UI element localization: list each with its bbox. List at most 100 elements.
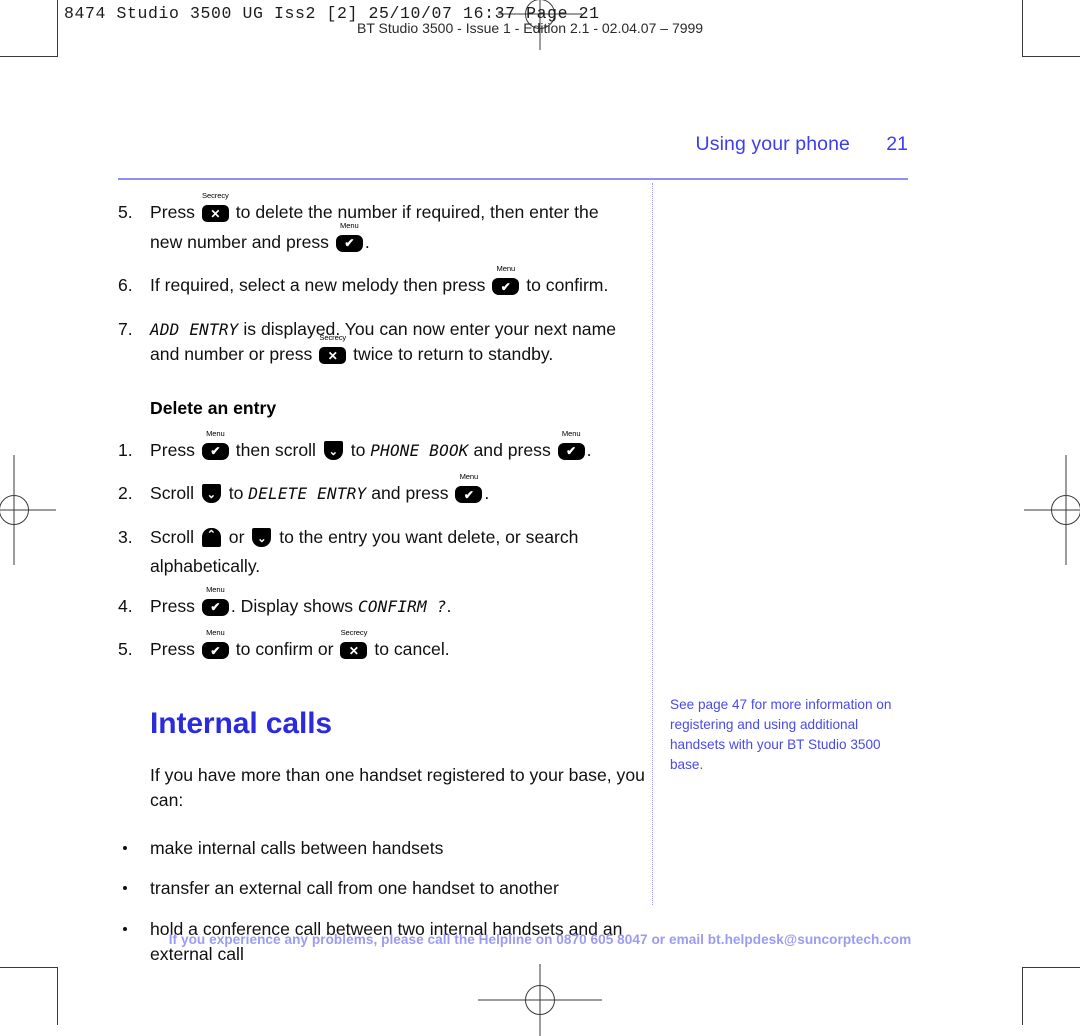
menu-key[interactable]: Menu ✔ xyxy=(201,585,229,624)
menu-key-pad: ✔ xyxy=(335,234,363,252)
step-text: Press Menu ✔. Display shows CONFIRM ?. xyxy=(150,585,451,616)
scroll-down-key-pad: ⌄ xyxy=(252,527,272,547)
bullet-icon xyxy=(123,886,127,890)
step-number: 1. xyxy=(118,439,133,460)
menu-key-pad: ✔ xyxy=(455,486,483,503)
check-icon: ✔ xyxy=(210,444,221,458)
step-text: Scroll ⌄ to DELETE ENTRY and press Menu ✔… xyxy=(150,472,489,503)
running-head-title: Using your phone xyxy=(695,133,850,155)
chevron-up-icon: ⌃ xyxy=(206,528,216,541)
step-text: Press Menu ✔ to confirm or Secrecy ✕ to ca… xyxy=(150,628,450,659)
chevron-down-icon: ⌄ xyxy=(328,445,338,458)
step-text: Scroll ⌃ or ⌄ to the entry you want dele… xyxy=(150,526,579,577)
step-item: 3. Scroll ⌃ or ⌄ to the entry you want de… xyxy=(118,525,628,580)
menu-key[interactable]: Menu ✔ xyxy=(201,429,229,468)
lcd-display-text: ADD ENTRY xyxy=(150,319,239,339)
menu-key[interactable]: Menu ✔ xyxy=(492,264,520,303)
cross-icon: ✕ xyxy=(348,643,359,658)
lcd-display-text: DELETE ENTRY xyxy=(248,484,367,503)
secrecy-key-caption: Secrecy xyxy=(202,191,229,200)
secrecy-key-pad: ✕ xyxy=(340,642,368,659)
lcd-display-text: CONFIRM ? xyxy=(357,596,447,616)
cross-icon: ✕ xyxy=(210,206,221,221)
list-item: make internal calls between handsets xyxy=(118,836,628,862)
main-column: 5. Press Secrecy ✕ to delete the number if… xyxy=(118,191,645,983)
menu-key-pad: ✔ xyxy=(557,442,585,460)
check-icon: ✔ xyxy=(566,444,577,458)
header-rule xyxy=(118,178,908,180)
check-icon: ✔ xyxy=(210,600,221,614)
check-icon: ✔ xyxy=(463,487,474,502)
page-number: 21 xyxy=(886,133,908,155)
step-item: 5. Press Menu ✔ to confirm or Secrecy ✕ to … xyxy=(118,628,628,667)
step-item: 4. Press Menu ✔. Display shows CONFIRM ?. xyxy=(118,585,628,624)
menu-key[interactable]: Menu ✔ xyxy=(335,221,363,260)
list-item-label: make internal calls between handsets xyxy=(150,837,444,858)
step-number: 3. xyxy=(118,526,133,547)
step-number: 6. xyxy=(118,275,133,295)
step-text: Press Menu ✔ then scroll ⌄ to PHONE BOOK … xyxy=(150,429,592,460)
step-number: 4. xyxy=(118,595,133,616)
section-heading-internal-calls: Internal calls xyxy=(150,706,333,740)
list-item: transfer an external call from one hands… xyxy=(118,876,628,902)
step-number: 5. xyxy=(118,639,133,659)
scroll-down-key-pad: ⌄ xyxy=(201,484,221,503)
menu-key-caption: Menu xyxy=(206,428,225,438)
menu-key-pad: ✔ xyxy=(201,598,229,616)
secrecy-key-pad: ✕ xyxy=(319,347,347,364)
menu-key-caption: Menu xyxy=(459,472,479,481)
lcd-display-text: PHONE BOOK xyxy=(370,440,469,460)
scroll-down-key[interactable]: ⌄ xyxy=(201,484,221,511)
step-text: ADD ENTRY is displayed. You can now ente… xyxy=(150,319,616,364)
step-item: 1. Press Menu ✔ then scroll ⌄ to PHONE BOO… xyxy=(118,429,628,468)
menu-key-caption: Menu xyxy=(206,628,225,637)
scroll-down-key[interactable]: ⌄ xyxy=(252,527,272,555)
internal-calls-intro: If you have more than one handset regist… xyxy=(150,764,645,811)
secrecy-key-caption: Secrecy xyxy=(319,333,347,342)
check-icon: ✔ xyxy=(500,279,511,294)
menu-key-caption: Menu xyxy=(206,584,225,594)
scroll-up-key[interactable]: ⌃ xyxy=(201,527,221,555)
chevron-down-icon: ⌄ xyxy=(206,489,216,501)
manual-page: Using your phone 21 5. Press Secrecy ✕ to … xyxy=(0,0,1080,1024)
cross-icon: ✕ xyxy=(327,348,338,363)
menu-key-pad: ✔ xyxy=(201,642,229,659)
step-text: If required, select a new melody then pr… xyxy=(150,264,608,295)
bullet-icon xyxy=(123,845,127,850)
menu-key-pad: ✔ xyxy=(492,278,520,295)
step-text: Press Secrecy ✕ to delete the number if r… xyxy=(150,191,599,252)
bullet-icon xyxy=(123,926,127,931)
scroll-up-key-pad: ⌃ xyxy=(201,527,221,547)
steps-list-delete-an-entry: 1. Press Menu ✔ then scroll ⌄ to PHONE BOO… xyxy=(118,429,628,667)
step-number: 5. xyxy=(118,202,133,222)
step-item: 6. If required, select a new melody then … xyxy=(118,264,628,303)
step-item: 7. ADD ENTRY is displayed. You can now en… xyxy=(118,317,628,372)
secrecy-key[interactable]: Secrecy ✕ xyxy=(340,628,368,667)
step-number: 2. xyxy=(118,483,133,503)
menu-key[interactable]: Menu ✔ xyxy=(557,429,585,468)
scroll-down-key[interactable]: ⌄ xyxy=(323,440,343,468)
chevron-down-icon: ⌄ xyxy=(257,532,267,545)
check-icon: ✔ xyxy=(344,236,355,250)
step-number: 7. xyxy=(118,318,133,339)
side-note: See page 47 for more information on regi… xyxy=(670,697,892,772)
steps-list-continued: 5. Press Secrecy ✕ to delete the number if… xyxy=(118,191,628,372)
check-icon: ✔ xyxy=(210,643,221,658)
column-divider xyxy=(652,183,653,905)
menu-key[interactable]: Menu ✔ xyxy=(455,472,483,511)
internal-calls-bullet-list: make internal calls between handsets tran… xyxy=(118,836,628,968)
running-head: Using your phone 21 xyxy=(118,133,908,156)
secrecy-key[interactable]: Secrecy ✕ xyxy=(201,191,229,230)
menu-key-caption: Menu xyxy=(561,428,581,438)
menu-key[interactable]: Menu ✔ xyxy=(201,628,229,667)
secrecy-key-pad: ✕ xyxy=(201,205,229,222)
list-item-label: transfer an external call from one hands… xyxy=(150,878,559,898)
step-item: 5. Press Secrecy ✕ to delete the number if… xyxy=(118,191,628,259)
secrecy-key-caption: Secrecy xyxy=(340,628,368,637)
menu-key-pad: ✔ xyxy=(201,442,229,460)
subheading-delete-an-entry: Delete an entry xyxy=(150,397,277,418)
step-item: 2. Scroll ⌄ to DELETE ENTRY and press Men… xyxy=(118,472,628,511)
scroll-down-key-pad: ⌄ xyxy=(323,440,343,460)
footer-helpline: If you experience any problems, please c… xyxy=(168,932,912,947)
secrecy-key[interactable]: Secrecy ✕ xyxy=(319,333,347,372)
